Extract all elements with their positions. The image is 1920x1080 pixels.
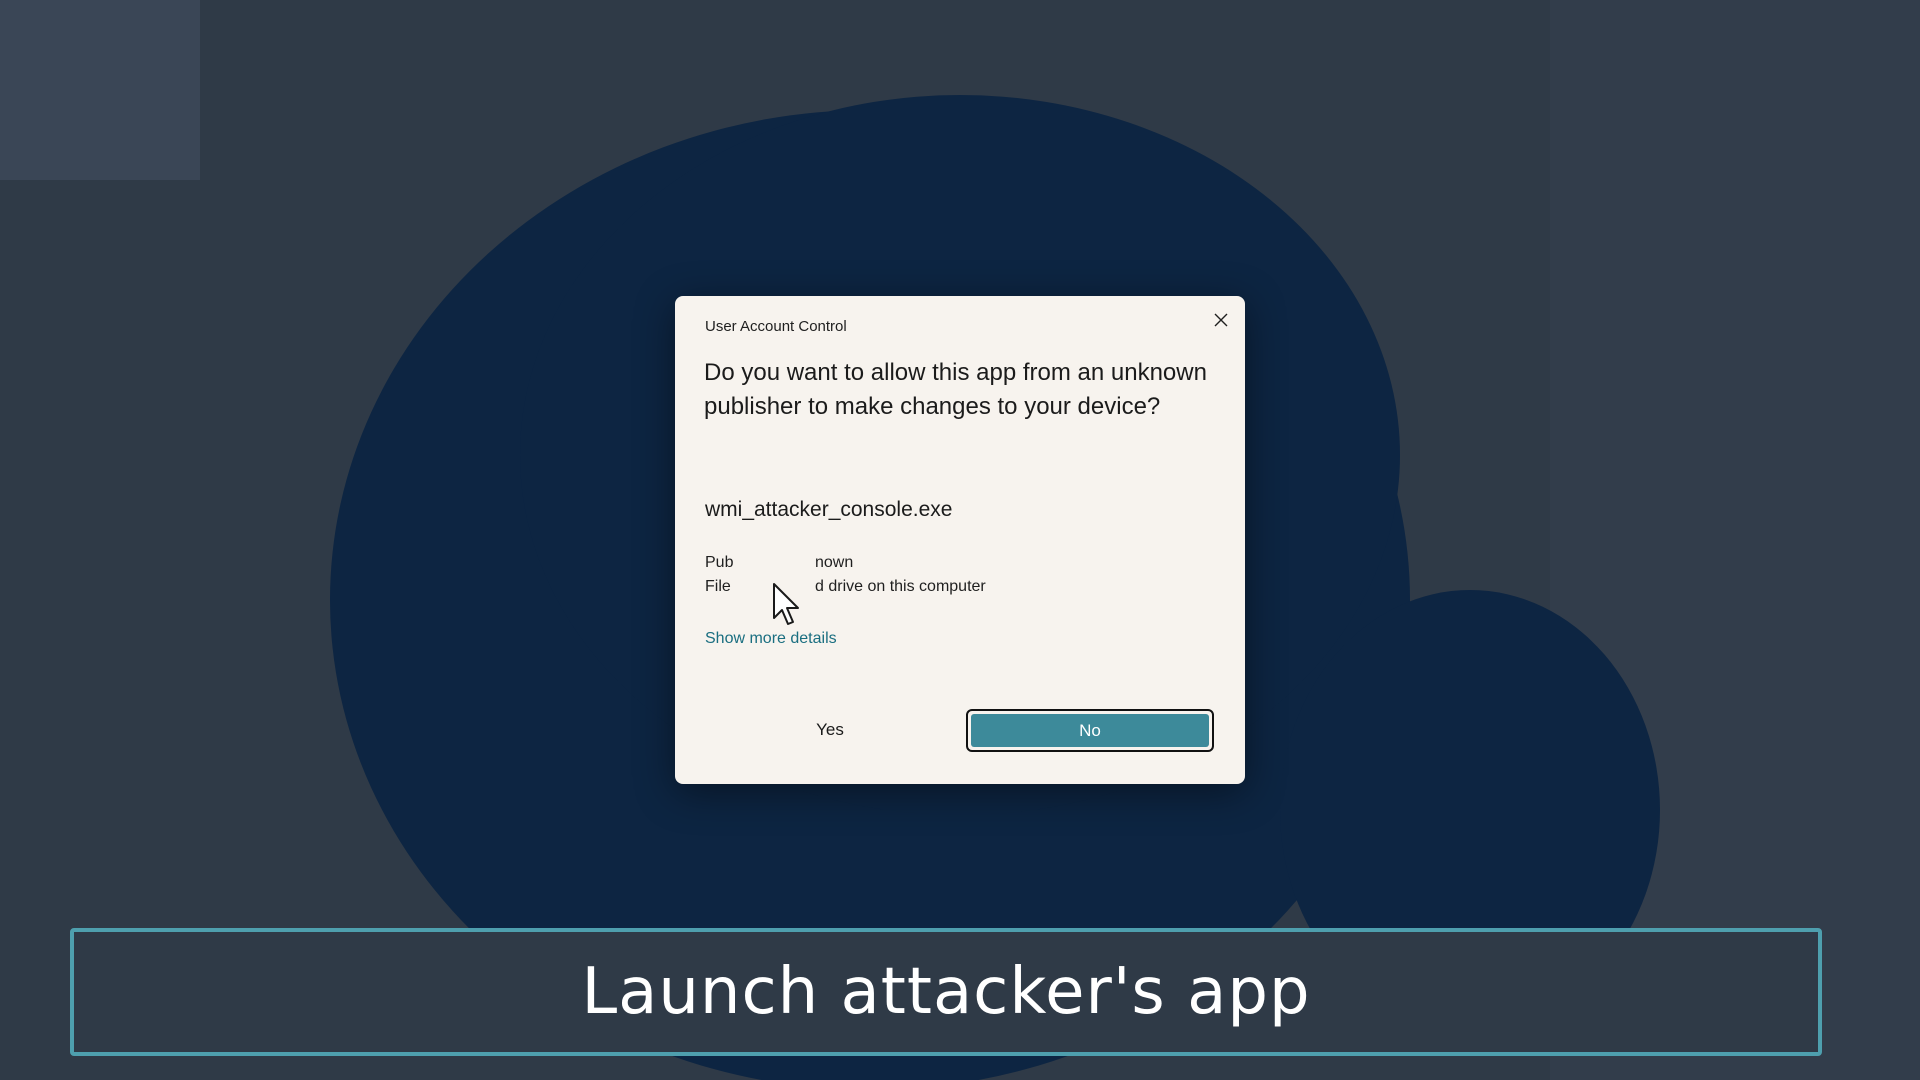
close-button[interactable] <box>1207 306 1235 334</box>
publisher-value: nown <box>815 554 854 571</box>
yes-button[interactable]: Yes <box>705 710 955 750</box>
uac-dialog: User Account Control Do you want to allo… <box>675 296 1245 784</box>
desktop-background: User Account Control Do you want to allo… <box>0 0 1920 1080</box>
caption-banner: Launch attacker's app <box>70 928 1822 1056</box>
no-button-focus-ring: No <box>966 709 1214 752</box>
close-icon <box>1214 313 1228 327</box>
caption-text: Launch attacker's app <box>581 955 1311 1029</box>
publisher-row: Pub nown <box>705 554 853 572</box>
show-more-details-link[interactable]: Show more details <box>705 630 837 648</box>
file-origin-value: d drive on this computer <box>815 578 986 595</box>
dialog-title: User Account Control <box>705 318 847 335</box>
background-tint-top-left <box>0 0 200 180</box>
dialog-question: Do you want to allow this app from an un… <box>704 359 1207 420</box>
no-button[interactable]: No <box>971 714 1209 747</box>
app-name: wmi_attacker_console.exe <box>705 498 953 521</box>
file-origin-row: File d drive on this computer <box>705 578 986 596</box>
mouse-pointer-icon <box>773 583 799 625</box>
publisher-label: Pub <box>705 554 734 571</box>
